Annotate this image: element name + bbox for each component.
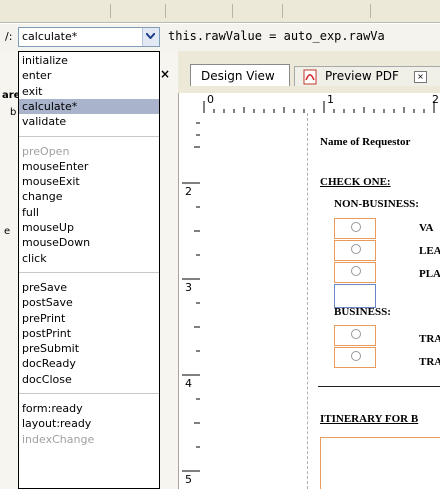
ruler-ticks	[182, 122, 200, 472]
radio-button[interactable]	[351, 244, 361, 254]
tab-preview-pdf-label: Preview PDF	[325, 69, 399, 83]
ruler-label: 4	[185, 377, 192, 390]
toolbar-separator	[232, 4, 233, 18]
layout-guide	[307, 113, 308, 489]
option-label: VA	[419, 222, 434, 234]
script-editor-bar: /: calculate* this.rawValue = auto_exp.r…	[0, 24, 440, 52]
event-menu-item[interactable]: form:ready	[19, 401, 159, 416]
event-menu-item[interactable]: full	[19, 205, 159, 220]
pdf-icon	[303, 69, 317, 85]
event-menu-item[interactable]: docClose	[19, 372, 159, 387]
script-code-line[interactable]: this.rawValue = auto_exp.rawVa	[168, 29, 385, 43]
ruler-label: 2	[432, 93, 439, 106]
ruler-ticks	[203, 101, 435, 113]
event-menu-item[interactable]: indexChange	[19, 432, 159, 447]
event-menu-item[interactable]: preOpen	[19, 144, 159, 159]
event-menu-item[interactable]: layout:ready	[19, 416, 159, 431]
event-menu-item[interactable]: change	[19, 189, 159, 204]
ruler-corner	[182, 93, 201, 114]
radio-button[interactable]	[351, 222, 361, 232]
option-label: TRA	[419, 356, 440, 368]
event-menu-item[interactable]: prePrint	[19, 311, 159, 326]
menu-separator	[19, 272, 159, 273]
design-canvas[interactable]	[200, 113, 440, 489]
panel-text-fragment: e	[4, 226, 11, 237]
toolbar-separator	[370, 4, 371, 18]
radio-field[interactable]	[334, 240, 376, 261]
toolbar-separator	[165, 4, 166, 18]
radio-field[interactable]	[334, 262, 376, 283]
requestor-label: Name of Requestor	[320, 136, 411, 148]
tab-design-view[interactable]: Design View	[190, 64, 290, 86]
ruler-label: 0	[207, 93, 214, 106]
option-label: PLA	[419, 268, 440, 280]
check-one-heading: CHECK ONE:	[320, 176, 391, 188]
ruler-label: 2	[185, 185, 192, 198]
event-menu-item[interactable]: initialize	[19, 53, 159, 68]
tab-design-view-label: Design View	[201, 69, 275, 83]
menu-separator	[19, 393, 159, 394]
event-menu-item[interactable]: mouseExit	[19, 174, 159, 189]
toolbar-strip	[0, 0, 440, 23]
radio-field[interactable]	[334, 347, 376, 368]
panel-text-fragment: b	[10, 107, 17, 118]
business-heading: BUSINESS:	[334, 306, 391, 318]
selected-field-frame[interactable]	[334, 284, 376, 308]
event-dropdown-list[interactable]: initialize enter exit calculate* validate pre…	[18, 51, 160, 489]
radio-field[interactable]	[334, 218, 376, 239]
toolbar-separator	[110, 4, 111, 18]
ruler-label: 1	[327, 93, 334, 106]
option-label: LEA	[419, 245, 440, 257]
tab-preview-pdf[interactable]: Preview PDF ×	[294, 66, 440, 86]
ruler-label: 3	[185, 281, 192, 294]
non-business-heading: NON-BUSINESS:	[334, 198, 419, 210]
close-icon[interactable]: ×	[414, 71, 427, 83]
event-select-value: calculate*	[22, 30, 78, 43]
divider-line	[318, 386, 440, 387]
event-select-dropdown-button[interactable]	[142, 28, 159, 46]
event-menu-item[interactable]: postPrint	[19, 326, 159, 341]
event-menu-item[interactable]: preSave	[19, 280, 159, 295]
event-select[interactable]: calculate*	[18, 27, 160, 47]
radio-field[interactable]	[334, 325, 376, 346]
event-menu-item[interactable]: enter	[19, 68, 159, 83]
itinerary-heading: ITINERARY FOR B	[320, 413, 419, 425]
event-menu-item[interactable]: exit	[19, 84, 159, 99]
event-menu-item[interactable]: click	[19, 251, 159, 266]
event-menu-item[interactable]: mouseUp	[19, 220, 159, 235]
event-menu-item[interactable]: mouseDown	[19, 235, 159, 250]
view-tab-bar: Design View Preview PDF ×	[178, 51, 440, 93]
radio-button[interactable]	[351, 266, 361, 276]
chevron-down-icon	[146, 33, 155, 39]
close-icon[interactable]: ×	[160, 67, 170, 81]
event-menu-item[interactable]: validate	[19, 114, 159, 129]
option-label: TRA	[419, 333, 440, 345]
radio-button[interactable]	[351, 329, 361, 339]
event-menu-item[interactable]: preSubmit	[19, 341, 159, 356]
radio-button[interactable]	[351, 351, 361, 361]
horizontal-ruler: 0 1 2	[200, 93, 440, 114]
show-label: /:	[5, 30, 13, 43]
ruler-label: 5	[185, 473, 192, 486]
itinerary-text-field[interactable]	[320, 437, 440, 489]
event-menu-item[interactable]: docReady	[19, 356, 159, 371]
event-menu-item[interactable]: postSave	[19, 295, 159, 310]
event-menu-item[interactable]: calculate*	[19, 99, 159, 114]
event-menu-item[interactable]: mouseEnter	[19, 159, 159, 174]
vertical-ruler: 2 3 4 5	[182, 113, 201, 489]
toolbar-separator	[282, 4, 283, 18]
menu-separator	[19, 136, 159, 137]
